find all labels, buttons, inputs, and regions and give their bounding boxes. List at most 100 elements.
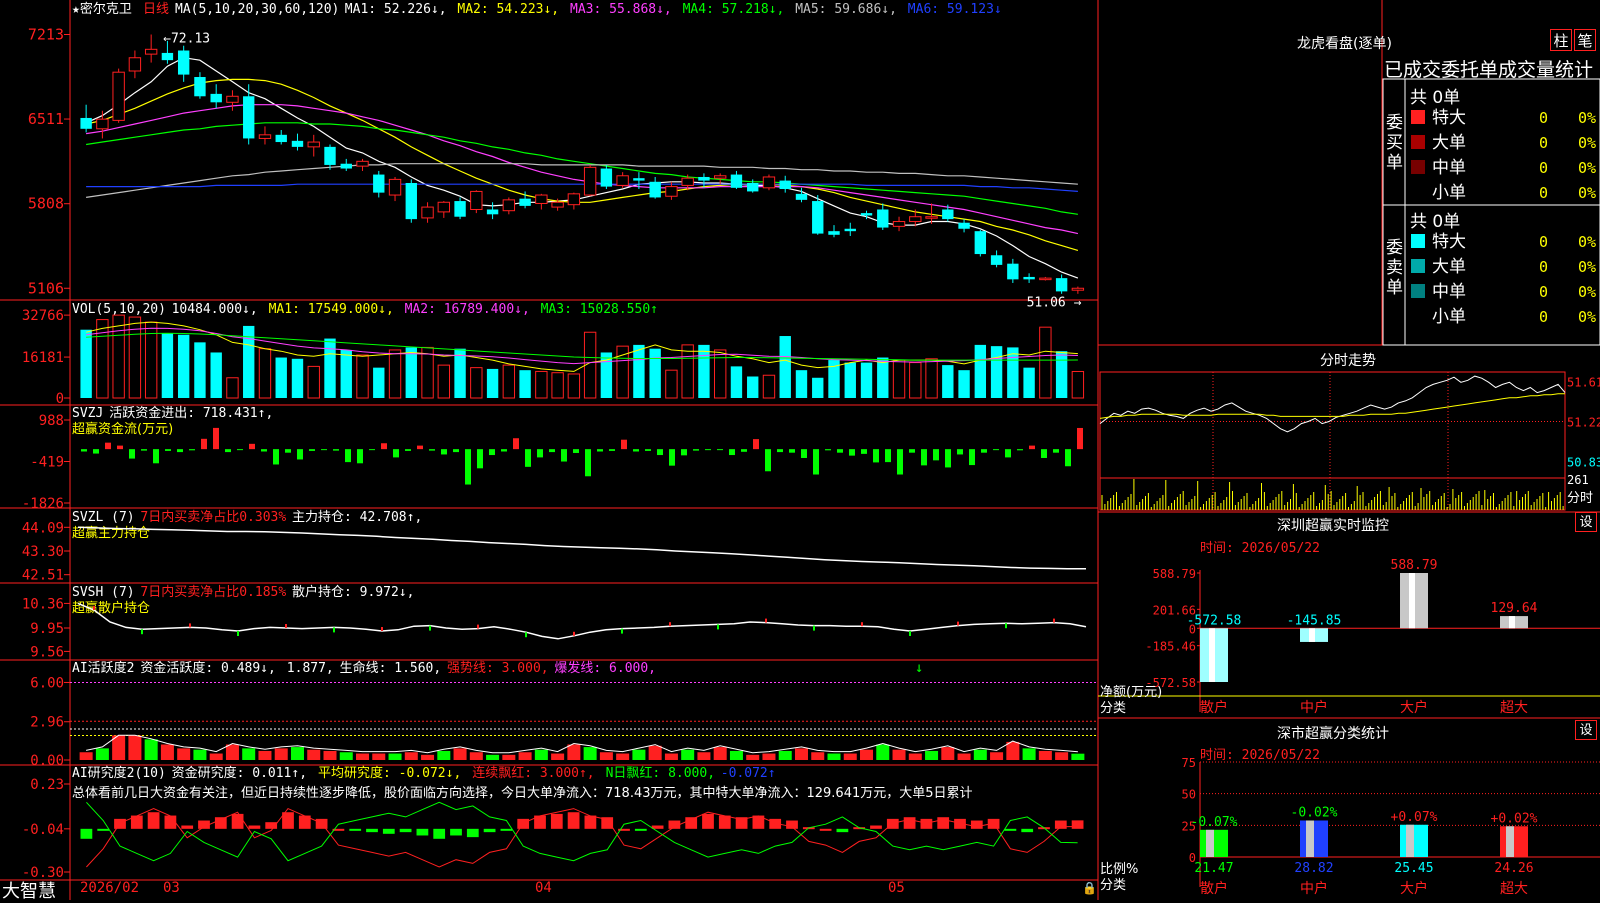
y-tick-label: 9.56 — [30, 644, 64, 660]
class-bar-highlight — [1306, 820, 1314, 857]
sell-row-name: 大单 — [1432, 257, 1466, 277]
fund-flow-bar — [201, 438, 207, 450]
y-tick-label: 32766 — [22, 308, 64, 324]
y-tick-label: 43.30 — [22, 544, 64, 560]
research-bar — [80, 828, 93, 839]
title-text: MA2: 54.223↓, — [457, 2, 559, 17]
y-tick-label: 16181 — [22, 350, 64, 366]
candle-body — [80, 117, 92, 129]
down-arrow-icon: ↓ — [915, 660, 923, 676]
tick-mode-button[interactable]: 笔 — [1574, 29, 1596, 51]
class-value-label: 28.82 — [1294, 861, 1333, 876]
fund-flow-bar — [357, 449, 363, 464]
fund-flow-bar — [369, 449, 375, 451]
title-text: SVZL (7) — [72, 510, 135, 525]
title-text: MA6: 59.123↓ — [908, 2, 1002, 17]
fund-flow-bar — [441, 449, 447, 455]
candle-body — [990, 255, 1003, 265]
candle-body — [194, 77, 206, 97]
activity-bar — [1038, 750, 1052, 760]
activity-bar — [356, 753, 370, 760]
candle-body — [324, 146, 336, 165]
title-text: SVSH (7) — [72, 585, 135, 600]
activity-bar — [128, 735, 142, 760]
fund-flow-bar — [585, 449, 591, 477]
title-text: 平均研究度: -0.072↓, — [318, 765, 461, 781]
research-bar — [937, 817, 950, 829]
candle-body — [112, 71, 125, 121]
title-text: AI活跃度2 — [72, 660, 134, 676]
research-bar — [483, 828, 496, 833]
research-bar — [786, 820, 798, 829]
class-bar-highlight — [1206, 829, 1214, 857]
y-tick-label: 5808 — [28, 195, 64, 213]
fund-flow-bar — [933, 449, 939, 461]
y-tick-label: -419 — [30, 455, 64, 471]
activity-bar — [421, 754, 435, 760]
activity-bar — [323, 750, 337, 760]
analysis-comment: 总体看前几日大资金有关注，但近日持续性逐步降低，股价面临方向选择，今日大单净流入… — [72, 785, 973, 801]
volume-bar — [324, 338, 336, 398]
sell-row-count: 0 — [1539, 233, 1548, 251]
fund-flow-bar — [285, 449, 291, 453]
fund-flow-bar — [561, 449, 567, 462]
ma-line-MA1 — [85, 57, 1079, 279]
volume-bar — [421, 346, 434, 399]
candle-body — [226, 95, 239, 103]
candle-body — [860, 213, 873, 216]
volume-bar — [860, 362, 873, 398]
monitor-category-label: 超大 — [1500, 700, 1528, 716]
activity-bar — [404, 752, 418, 760]
candle-body — [762, 176, 776, 189]
lock-icon[interactable]: 🔒 — [1082, 881, 1097, 895]
class-settings-button[interactable]: 设 — [1575, 720, 1597, 740]
fund-flow-bar — [993, 449, 999, 451]
monitor-bar-highlight — [1509, 616, 1515, 629]
volume-bar — [226, 377, 239, 399]
research-bar — [567, 812, 580, 829]
research-bar — [634, 828, 647, 831]
monitor-value-label: 129.64 — [1491, 601, 1538, 616]
candle-body — [681, 177, 694, 186]
volume-bar — [974, 344, 987, 398]
volume-bar — [502, 364, 516, 399]
sell-total: 共 0单 — [1410, 212, 1461, 232]
candle-body — [747, 182, 759, 192]
candle-body — [649, 181, 661, 198]
sell-row-name: 小单 — [1432, 307, 1466, 327]
sell-row-swatch — [1411, 234, 1425, 248]
title-text: 资金活跃度: 0.489↓, — [140, 660, 275, 676]
class-y-label: 75 — [1182, 756, 1196, 770]
candle-body — [388, 178, 402, 196]
volume-chart: VOL(5,10,20) 10484.000↓, MA1: 17549.000↓, M… — [22, 302, 1085, 407]
buy-row-swatch — [1411, 135, 1425, 149]
volume-bar — [633, 344, 645, 398]
candle-body — [405, 182, 417, 220]
main-chart-area[interactable]: ★密尔克卫 日线 MA(5,10,20,30,60,120) MA1: 52.226↓… — [0, 0, 1600, 900]
y-tick-label: 6.00 — [30, 675, 64, 691]
bar-mode-button[interactable]: 柱 — [1550, 29, 1572, 51]
y-tick-label: 10.36 — [22, 596, 64, 612]
activity-bar — [990, 752, 1004, 760]
volume-bar — [681, 344, 694, 399]
sell-row-count: 0 — [1539, 308, 1548, 326]
title-text: MA2: 16789.400↓, — [405, 302, 530, 317]
activity-bar — [973, 749, 987, 760]
fund-flow-bar — [93, 449, 99, 454]
fund-flow-bar — [909, 449, 915, 453]
monitor-settings-button[interactable]: 设 — [1575, 512, 1597, 532]
main-position-line — [77, 526, 1087, 570]
volume-bar — [161, 333, 174, 398]
fund-flow-bar — [393, 449, 399, 458]
class-category-label: 中户 — [1300, 880, 1328, 897]
research-bar — [399, 828, 412, 833]
title-text: MA3: 55.868↓, — [570, 2, 672, 17]
x-axis-label: 04 — [535, 880, 552, 896]
category-label-2: 分类 — [1100, 878, 1127, 893]
fund-flow-bar — [537, 449, 543, 458]
volume-bar — [649, 348, 661, 398]
x-axis-label: 05 — [888, 880, 905, 896]
y-tick-label: 0.23 — [30, 777, 64, 793]
activity-bar — [648, 745, 662, 760]
candle-body — [307, 141, 320, 148]
